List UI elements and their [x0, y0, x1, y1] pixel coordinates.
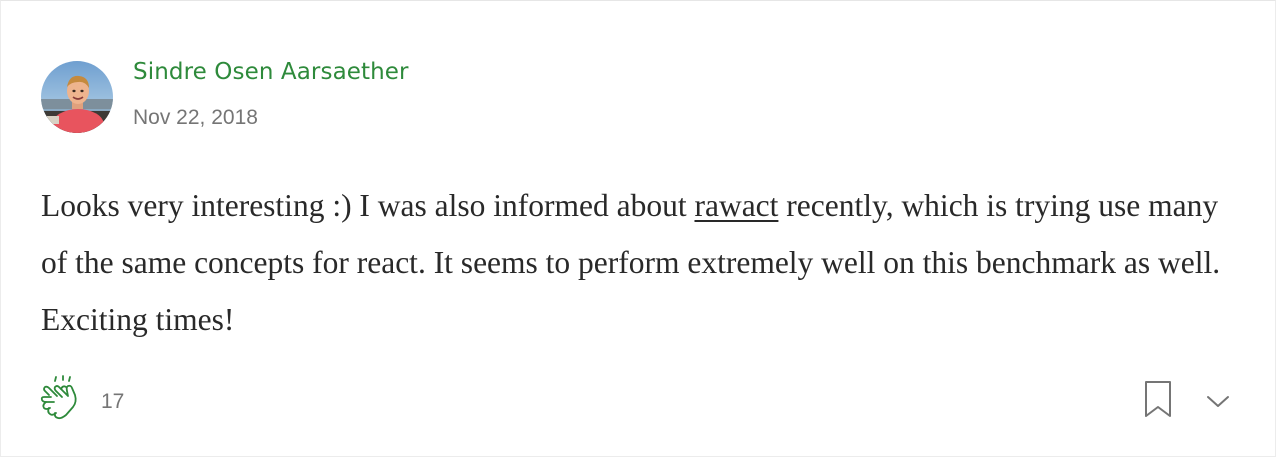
clap-count[interactable]: 17 — [101, 390, 124, 414]
chevron-down-icon — [1207, 396, 1229, 407]
more-options-button[interactable] — [1201, 389, 1235, 415]
avatar-photo — [41, 61, 113, 133]
response-card: Sindre Osen Aarsaether Nov 22, 2018 Look… — [0, 0, 1276, 457]
bookmark-button[interactable] — [1141, 379, 1175, 421]
clap-icon — [40, 375, 77, 420]
author-name-link[interactable]: Sindre Osen Aarsaether — [133, 59, 409, 85]
clap-button[interactable] — [39, 375, 81, 423]
response-body: Looks very interesting :) I was also inf… — [41, 177, 1241, 348]
response-date[interactable]: Nov 22, 2018 — [133, 106, 258, 130]
body-text-start: Looks very interesting :) I was also inf… — [41, 188, 695, 223]
author-avatar[interactable] — [41, 61, 113, 133]
rawact-link[interactable]: rawact — [694, 188, 778, 223]
bookmark-icon — [1145, 381, 1171, 417]
